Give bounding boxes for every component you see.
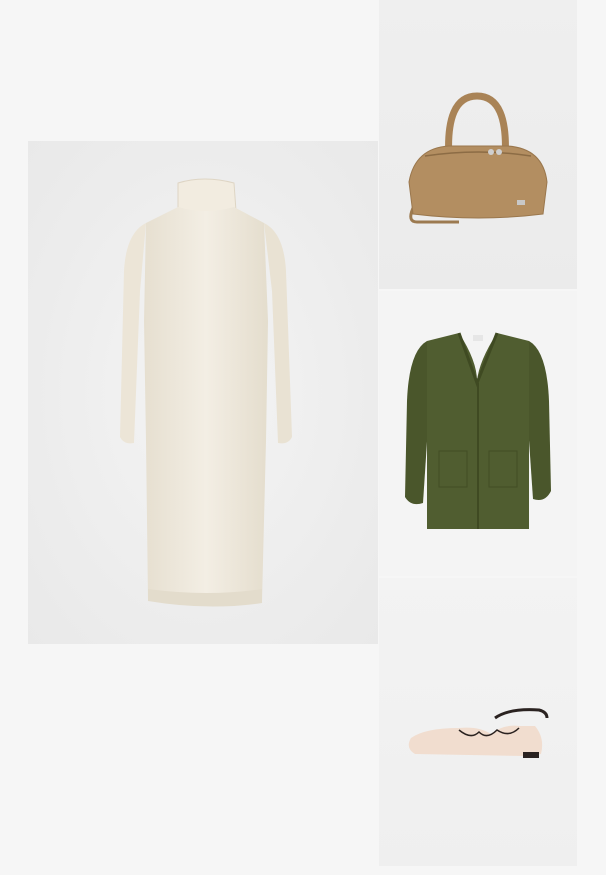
knit-cardigan-image	[405, 332, 551, 529]
ankle-strap-flats-image	[408, 708, 549, 758]
shoes-panel[interactable]	[379, 578, 577, 866]
dress-panel[interactable]	[28, 141, 378, 644]
turtleneck-dress-image	[120, 178, 292, 607]
handbag-panel[interactable]	[379, 0, 577, 289]
cardigan-panel[interactable]	[379, 291, 577, 576]
suede-handbag-image	[408, 92, 548, 224]
